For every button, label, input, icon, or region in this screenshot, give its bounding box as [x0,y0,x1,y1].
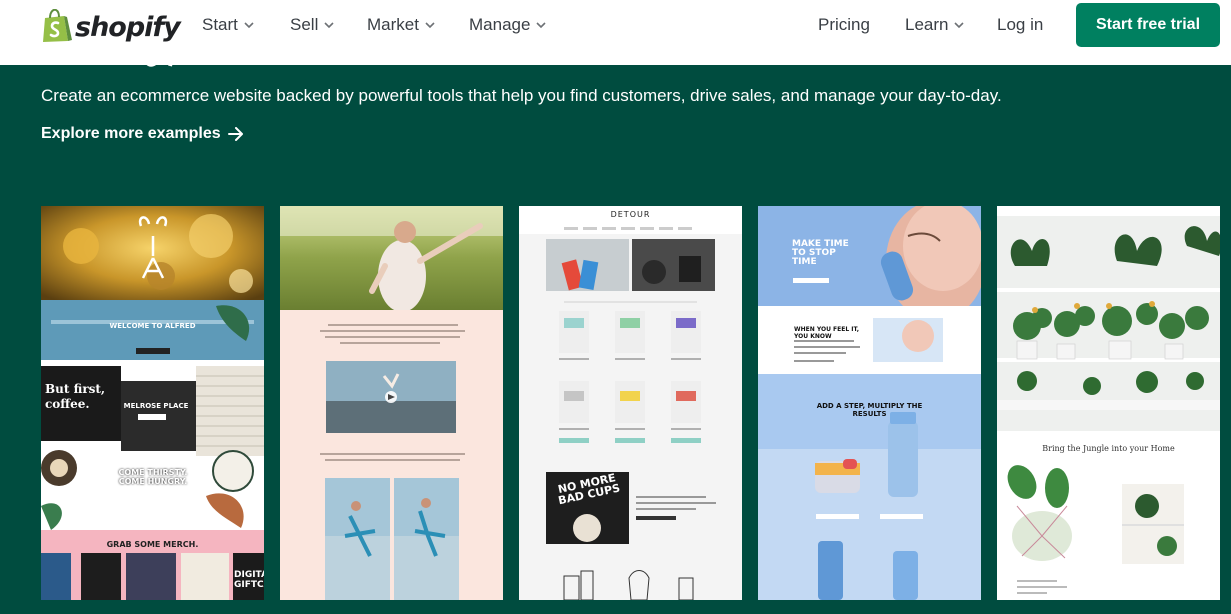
nav-sell[interactable]: Sell [290,0,334,50]
nav-market[interactable]: Market [367,0,435,50]
nav-pricing-label: Pricing [818,15,870,34]
skincare-feel-text: WHEN YOU FEEL IT, YOU KNOW [794,326,859,340]
chevron-down-icon [244,22,254,29]
start-free-trial-button[interactable]: Start free trial [1076,3,1220,47]
detour-store-preview [519,206,742,600]
example-card-detour[interactable]: DETOUR NO MORE BAD CUPS [519,206,742,600]
detour-brand-text: DETOUR [610,210,651,219]
chevron-down-icon [536,22,547,29]
alfred-coffee-text: But first, coffee. [45,382,106,411]
example-card-yoga[interactable] [280,206,503,600]
shopify-logo[interactable]: shopify [40,9,181,43]
alfred-merch-text: GRAB SOME MERCH. [106,540,199,549]
hero-subtitle: Create an ecommerce website backed by po… [41,86,1002,105]
heading-descender-fragment [144,58,174,67]
nav-login[interactable]: Log in [997,0,1043,50]
brand-name: shopify [75,11,181,43]
alfred-digital-text: DIGITA GIFTCA [234,570,264,590]
nav-learn-label: Learn [905,15,949,34]
explore-more-label: Explore more examples [41,125,221,142]
chevron-down-icon [425,22,435,29]
jungle-store-preview [997,206,1220,600]
nav-manage[interactable]: Manage [469,0,547,50]
arrow-right-icon [227,127,243,141]
nav-start-label: Start [202,15,238,34]
skincare-hero-text: MAKE TIME TO STOP TIME [792,239,849,267]
nav-pricing[interactable]: Pricing [818,0,870,50]
alfred-come-text: COME THIRSTY. COME HUNGRY. [118,468,188,486]
example-card-alfred[interactable]: WELCOME TO ALFRED But first, coffee. MEL… [41,206,264,600]
nav-market-label: Market [367,15,419,34]
nav-learn[interactable]: Learn [905,0,965,50]
nav-sell-label: Sell [290,15,319,34]
chevron-down-icon [954,22,965,29]
shopify-bag-icon [43,9,72,42]
chevron-down-icon [324,22,334,29]
skincare-step-text: ADD A STEP, MULTIPLY THE RESULTS [816,402,923,418]
nav-manage-label: Manage [469,15,531,34]
example-card-jungle[interactable]: Bring the Jungle into your Home [997,206,1220,600]
example-card-skincare[interactable]: MAKE TIME TO STOP TIME WHEN YOU FEEL IT,… [758,206,981,600]
top-navigation: shopify Start Sell Market Manage Pricing… [0,0,1231,65]
jungle-tagline-text: Bring the Jungle into your Home [1042,444,1175,453]
nav-login-label: Log in [997,15,1044,34]
yoga-store-preview [280,206,503,600]
nav-start[interactable]: Start [202,0,254,50]
alfred-melrose-text: MELROSE PLACE [123,402,189,410]
alfred-welcome-text: WELCOME TO ALFRED [109,322,196,330]
explore-more-link[interactable]: Explore more examples [41,125,244,143]
